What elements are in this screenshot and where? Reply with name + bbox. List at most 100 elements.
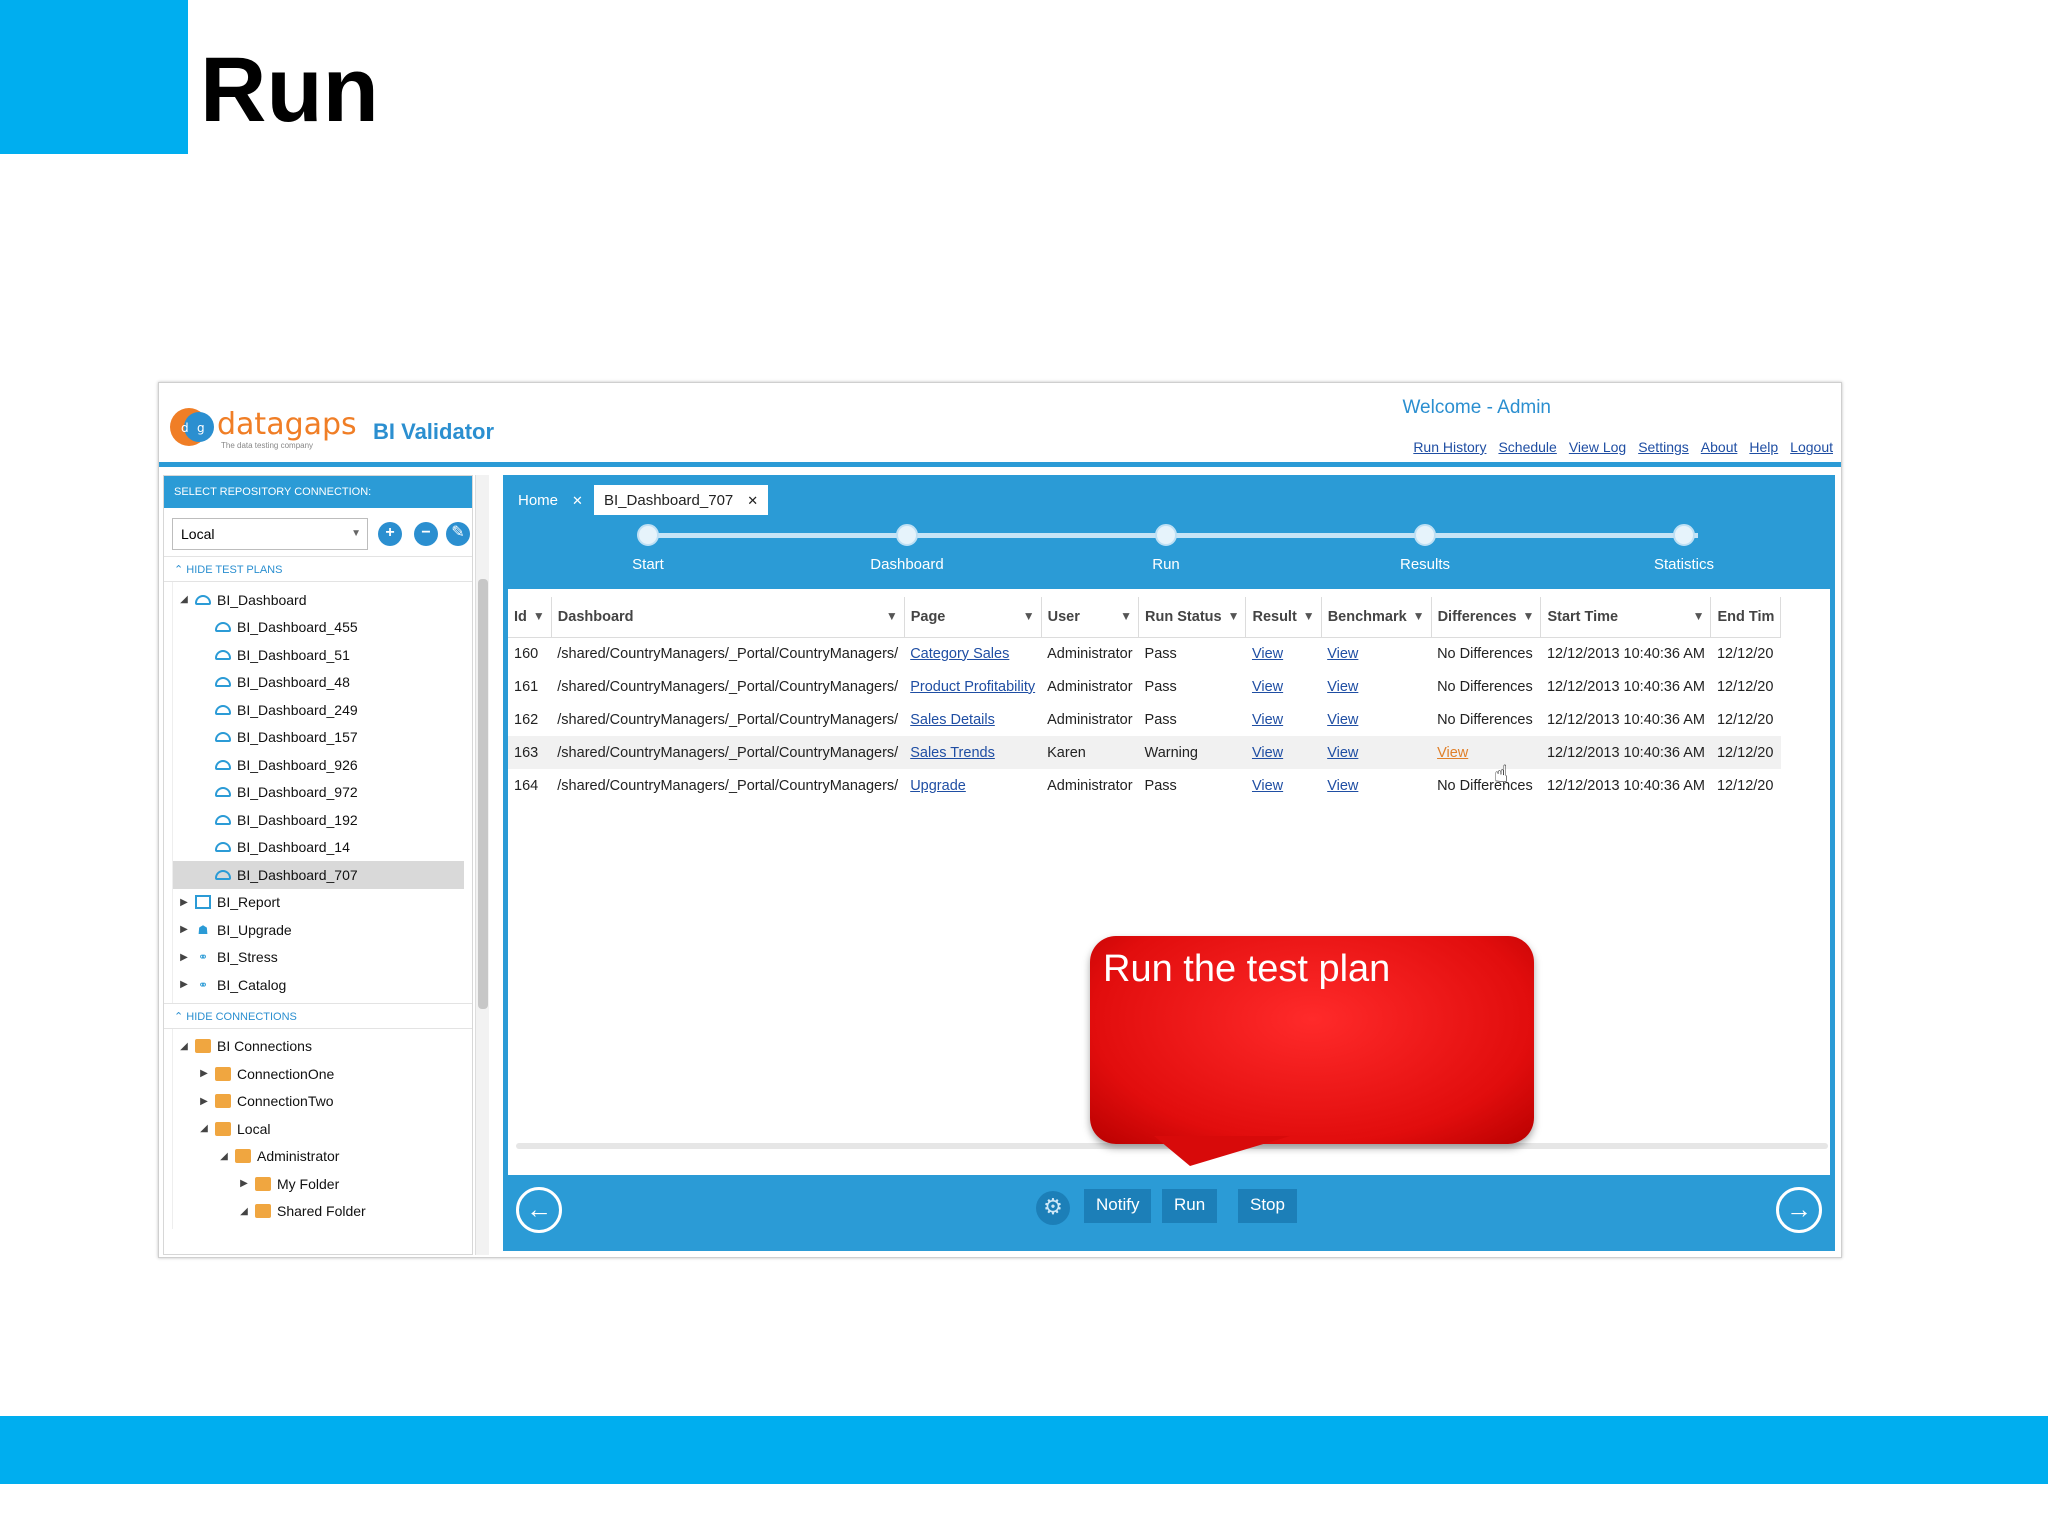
filter-icon[interactable]: ▼ xyxy=(1413,609,1425,623)
expand-arrow-icon[interactable]: ▶ xyxy=(177,952,191,963)
nav-run-history[interactable]: Run History xyxy=(1413,439,1486,455)
column-header[interactable]: Differences ▼ xyxy=(1431,597,1542,638)
filter-icon[interactable]: ▼ xyxy=(1120,609,1132,623)
result-link[interactable]: View xyxy=(1252,646,1283,662)
hide-connections-toggle[interactable]: ⌃ HIDE CONNECTIONS xyxy=(164,1002,472,1029)
tree-item[interactable]: BI_Dashboard_707 xyxy=(173,861,464,889)
collapse-arrow-icon[interactable]: ◢ xyxy=(217,1151,231,1162)
filter-icon[interactable]: ▼ xyxy=(1228,609,1240,623)
add-connection-button[interactable]: + xyxy=(378,522,402,546)
tree-item[interactable]: ◢ Administrator xyxy=(173,1143,464,1171)
page-link[interactable]: Upgrade xyxy=(910,778,966,794)
tree-item[interactable]: ▶ ConnectionOne xyxy=(173,1060,464,1088)
edit-connection-button[interactable]: ✎ xyxy=(446,522,470,546)
tree-item[interactable]: BI_Dashboard_51 xyxy=(173,641,464,669)
nav-logout[interactable]: Logout xyxy=(1790,439,1833,455)
repo-connection-select[interactable]: Local ▼ xyxy=(172,518,368,550)
result-link[interactable]: View xyxy=(1252,712,1283,728)
step-start[interactable]: Start xyxy=(548,515,748,573)
column-header[interactable]: Dashboard ▼ xyxy=(551,597,905,638)
back-button[interactable]: ← xyxy=(516,1187,562,1233)
benchmark-link[interactable]: View xyxy=(1327,646,1358,662)
table-row[interactable]: 162/shared/CountryManagers/_Portal/Count… xyxy=(508,703,1781,736)
result-link[interactable]: View xyxy=(1252,679,1283,695)
filter-icon[interactable]: ▼ xyxy=(533,609,545,623)
page-link[interactable]: Sales Details xyxy=(910,712,995,728)
close-icon[interactable]: ✕ xyxy=(747,493,758,508)
expand-arrow-icon[interactable]: ▶ xyxy=(237,1178,251,1189)
result-link[interactable]: View xyxy=(1252,745,1283,761)
tree-item[interactable]: BI_Dashboard_926 xyxy=(173,751,464,779)
result-link[interactable]: View xyxy=(1252,778,1283,794)
benchmark-link[interactable]: View xyxy=(1327,778,1358,794)
differences-link[interactable]: View xyxy=(1437,745,1468,761)
page-link[interactable]: Sales Trends xyxy=(910,745,995,761)
tree-item[interactable]: BI_Dashboard_14 xyxy=(173,834,464,862)
expand-arrow-icon[interactable]: ▶ xyxy=(177,924,191,935)
tree-item[interactable]: ◢ BI Connections xyxy=(173,1033,464,1061)
step-run[interactable]: Run xyxy=(1066,515,1266,573)
column-header[interactable]: Start Time ▼ xyxy=(1540,597,1712,638)
step-statistics[interactable]: Statistics xyxy=(1584,515,1784,573)
tree-item[interactable]: BI_Dashboard_192 xyxy=(173,806,464,834)
column-header[interactable]: Benchmark ▼ xyxy=(1321,597,1432,638)
remove-connection-button[interactable]: − xyxy=(414,522,438,546)
tree-item[interactable]: ▶ My Folder xyxy=(173,1170,464,1198)
table-row[interactable]: 163/shared/CountryManagers/_Portal/Count… xyxy=(508,736,1781,769)
tree-item[interactable]: BI_Dashboard_455 xyxy=(173,614,464,642)
collapse-arrow-icon[interactable]: ◢ xyxy=(177,1041,191,1052)
nav-view-log[interactable]: View Log xyxy=(1569,439,1626,455)
page-link[interactable]: Category Sales xyxy=(910,646,1009,662)
nav-help[interactable]: Help xyxy=(1749,439,1778,455)
forward-button[interactable]: → xyxy=(1776,1187,1822,1233)
tree-item[interactable]: BI_Dashboard_972 xyxy=(173,779,464,807)
notify-button[interactable]: Notify xyxy=(1084,1189,1152,1223)
nav-schedule[interactable]: Schedule xyxy=(1498,439,1556,455)
tree-item[interactable]: ▶ BI_Report xyxy=(173,889,464,917)
filter-icon[interactable]: ▼ xyxy=(1303,609,1315,623)
column-header[interactable]: Page ▼ xyxy=(904,597,1042,638)
tree-item[interactable]: ▶ ConnectionTwo xyxy=(173,1088,464,1116)
expand-arrow-icon[interactable]: ▶ xyxy=(177,979,191,990)
filter-icon[interactable]: ▼ xyxy=(886,609,898,623)
gear-icon[interactable]: ⚙ xyxy=(1036,1191,1070,1225)
filter-icon[interactable]: ▼ xyxy=(1023,609,1035,623)
scrollbar-thumb[interactable] xyxy=(478,579,488,1009)
tree-item[interactable]: ▶ ⚭ BI_Stress xyxy=(173,944,464,972)
collapse-arrow-icon[interactable]: ◢ xyxy=(237,1206,251,1217)
table-row[interactable]: 164/shared/CountryManagers/_Portal/Count… xyxy=(508,769,1781,802)
filter-icon[interactable]: ▼ xyxy=(1523,609,1535,623)
benchmark-link[interactable]: View xyxy=(1327,679,1358,695)
benchmark-link[interactable]: View xyxy=(1327,745,1358,761)
tree-item[interactable]: ▶ ☗ BI_Upgrade xyxy=(173,916,464,944)
column-header[interactable]: Result ▼ xyxy=(1245,597,1322,638)
expand-arrow-icon[interactable]: ▶ xyxy=(197,1096,211,1107)
close-icon[interactable]: ✕ xyxy=(572,493,583,508)
tree-item[interactable]: BI_Dashboard_157 xyxy=(173,724,464,752)
column-header[interactable]: End Tim xyxy=(1710,597,1782,638)
tree-item[interactable]: ◢ Local xyxy=(173,1115,464,1143)
tree-item[interactable]: BI_Dashboard_48 xyxy=(173,669,464,697)
sidebar-scrollbar[interactable] xyxy=(475,475,489,1255)
tree-item[interactable]: ◢ BI_Dashboard xyxy=(173,586,464,614)
hide-test-plans-toggle[interactable]: ⌃ HIDE TEST PLANS xyxy=(164,556,472,582)
collapse-arrow-icon[interactable]: ◢ xyxy=(177,594,191,605)
tree-item[interactable]: ▶ ⚭ BI_Catalog xyxy=(173,971,464,999)
page-link[interactable]: Product Profitability xyxy=(910,679,1035,695)
column-header[interactable]: Id ▼ xyxy=(508,597,552,638)
expand-arrow-icon[interactable]: ▶ xyxy=(177,897,191,908)
benchmark-link[interactable]: View xyxy=(1327,712,1358,728)
tab-home[interactable]: Home ✕ xyxy=(508,485,593,515)
filter-icon[interactable]: ▼ xyxy=(1693,609,1705,623)
tree-item[interactable]: ◢ Shared Folder xyxy=(173,1198,464,1226)
nav-about[interactable]: About xyxy=(1701,439,1738,455)
table-row[interactable]: 161/shared/CountryManagers/_Portal/Count… xyxy=(508,670,1781,703)
tab-bi-dashboard-707[interactable]: BI_Dashboard_707 ✕ xyxy=(594,485,769,515)
collapse-arrow-icon[interactable]: ◢ xyxy=(197,1123,211,1134)
step-dashboard[interactable]: Dashboard xyxy=(807,515,1007,573)
step-results[interactable]: Results xyxy=(1325,515,1525,573)
expand-arrow-icon[interactable]: ▶ xyxy=(197,1068,211,1079)
table-row[interactable]: 160/shared/CountryManagers/_Portal/Count… xyxy=(508,637,1781,670)
nav-settings[interactable]: Settings xyxy=(1638,439,1689,455)
column-header[interactable]: Run Status ▼ xyxy=(1138,597,1247,638)
